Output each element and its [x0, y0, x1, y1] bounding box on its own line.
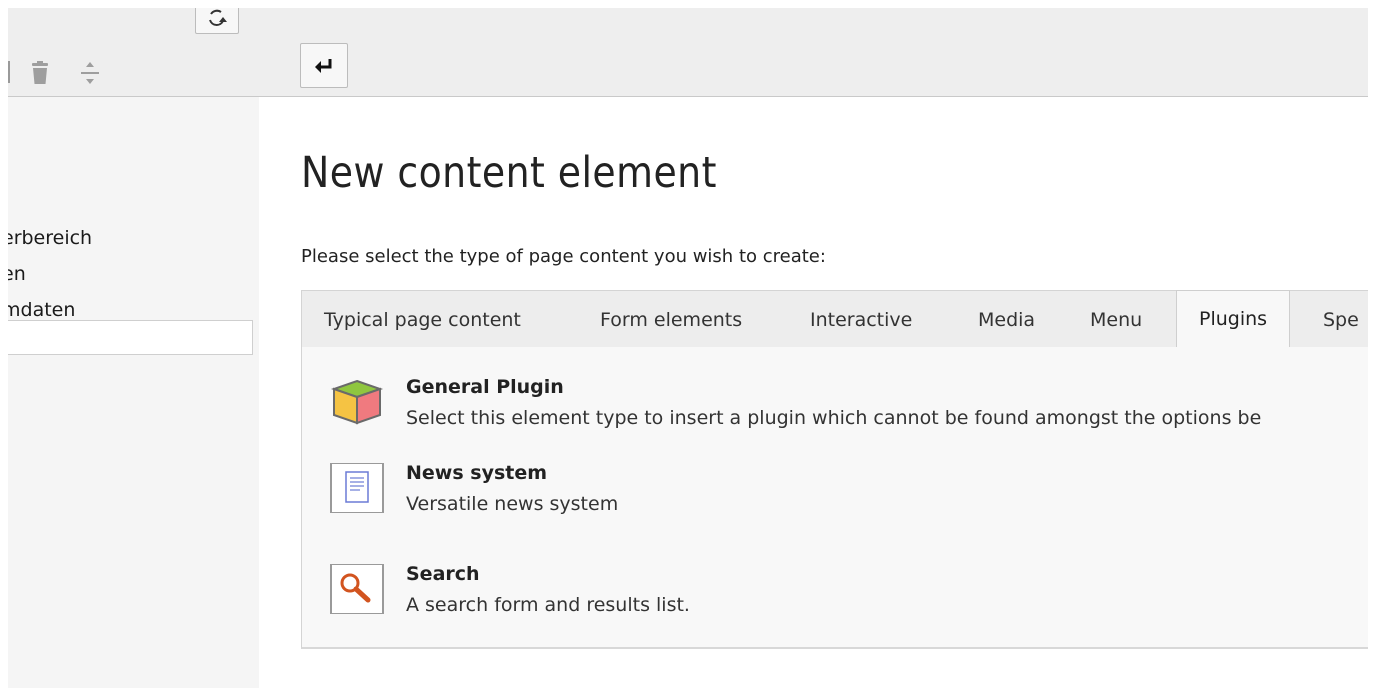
element-text: Search A search form and results list. [406, 560, 690, 619]
page-tree-pane: erbereich en mdaten [2, 2, 259, 688]
magnifier-icon [330, 564, 384, 614]
page-title: New content element [301, 148, 717, 198]
element-title: Search [406, 563, 480, 585]
toolbar-separator [8, 61, 10, 83]
trash-icon[interactable] [30, 61, 50, 85]
tab-menu[interactable]: Menu [1090, 291, 1142, 348]
refresh-icon [209, 9, 227, 26]
content-pane: New content element Please select the ty… [259, 8, 1386, 688]
document-icon [330, 463, 384, 513]
element-text: News system Versatile news system [406, 459, 618, 518]
element-title: News system [406, 462, 548, 484]
instruction-text: Please select the type of page content y… [301, 246, 826, 267]
element-description: Select this element type to insert a plu… [406, 407, 1262, 429]
element-search[interactable]: Search A search form and results list. [330, 560, 1386, 622]
frame-left-edge [0, 0, 8, 688]
frame-top-edge [0, 0, 1386, 8]
content-type-tabs: Typical page content Form elements Inter… [301, 290, 1386, 649]
page-tree-toolbar [8, 2, 259, 97]
cube-icon [330, 379, 384, 425]
back-button[interactable] [300, 43, 348, 88]
element-general-plugin[interactable]: General Plugin Select this element type … [330, 373, 1386, 435]
element-description: A search form and results list. [406, 594, 690, 616]
tab-form-elements[interactable]: Form elements [600, 291, 742, 348]
element-title: General Plugin [406, 376, 564, 398]
tree-filter-input[interactable] [6, 320, 253, 355]
tab-typical-page-content[interactable]: Typical page content [324, 291, 521, 348]
tab-interactive[interactable]: Interactive [810, 291, 912, 348]
tab-special[interactable]: Spe [1323, 291, 1359, 348]
tree-item[interactable]: erbereich [2, 220, 92, 256]
tree-item[interactable]: en [2, 256, 92, 292]
tab-bar: Typical page content Form elements Inter… [301, 290, 1386, 348]
tab-plugins[interactable]: Plugins [1176, 290, 1291, 348]
app-viewport: erbereich en mdaten New content element … [0, 0, 1386, 688]
page-tree-list: erbereich en mdaten [2, 220, 92, 328]
element-description: Versatile news system [406, 493, 619, 515]
element-news-system[interactable]: News system Versatile news system [330, 459, 1386, 521]
element-text: General Plugin Select this element type … [406, 373, 1261, 432]
frame-right-edge [1368, 0, 1386, 688]
tab-media[interactable]: Media [978, 291, 1035, 348]
plugins-tab-panel: General Plugin Select this element type … [301, 347, 1386, 649]
docheader-toolbar [259, 8, 1386, 97]
return-arrow-icon [315, 58, 332, 73]
divide-icon[interactable] [79, 60, 101, 86]
